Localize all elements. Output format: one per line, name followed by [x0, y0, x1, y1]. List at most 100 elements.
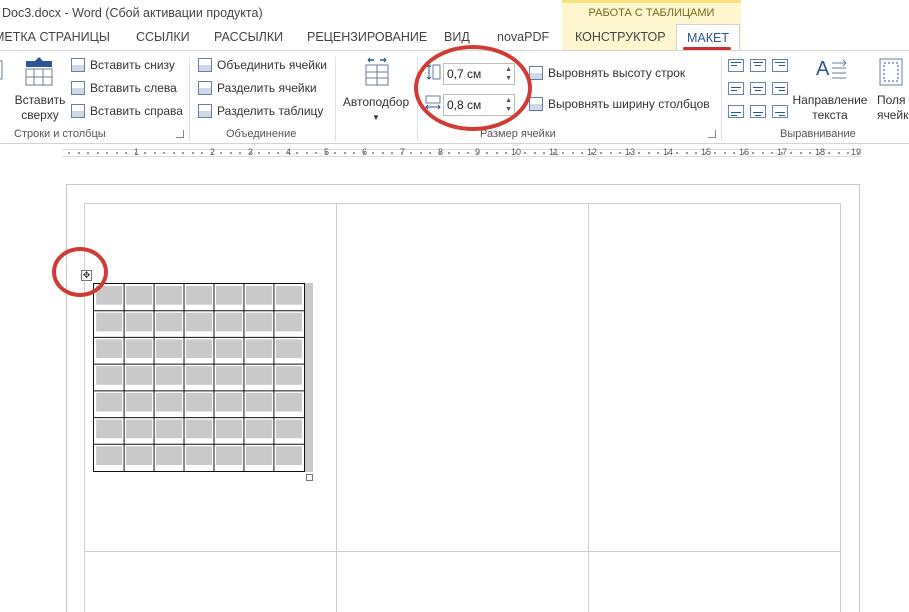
group-label-alignment: Выравнивание: [780, 128, 856, 140]
table-cell[interactable]: [215, 366, 242, 385]
ruler-tick: [134, 152, 137, 154]
table-cell[interactable]: [96, 392, 123, 412]
table-cell[interactable]: [156, 446, 183, 465]
insert-above-label: Вставить сверху: [14, 93, 66, 122]
table-cell[interactable]: [96, 419, 123, 439]
tab-view[interactable]: ВИД: [444, 30, 470, 44]
table-cell[interactable]: [275, 339, 302, 359]
cell-margins-icon: [879, 58, 903, 86]
table-cell[interactable]: [215, 419, 242, 439]
align-top-center-button[interactable]: [750, 59, 766, 72]
tab-design[interactable]: КОНСТРУКТОР: [575, 30, 666, 44]
merge-cells-button[interactable]: Объединить ячейки: [198, 55, 327, 75]
table-cell[interactable]: [275, 366, 302, 385]
table-cell[interactable]: [275, 392, 302, 412]
align-bottom-center-button[interactable]: [750, 105, 766, 118]
ruler-tick: [790, 152, 792, 154]
table-cell[interactable]: [185, 366, 213, 385]
table-cell[interactable]: [126, 366, 153, 385]
ruler-tick: [562, 152, 564, 154]
distribute-rows-button[interactable]: Выровнять высоту строк: [529, 63, 685, 83]
table-cell[interactable]: [185, 312, 213, 332]
tab-review[interactable]: РЕЦЕНЗИРОВАНИЕ: [307, 30, 427, 44]
ruler-tick: [799, 152, 802, 154]
table-cell[interactable]: [185, 419, 213, 439]
align-top-right-button[interactable]: [772, 59, 788, 72]
table-cell[interactable]: [96, 446, 123, 465]
align-top-left-button[interactable]: [728, 59, 744, 72]
insert-right-button[interactable]: Вставить справа: [71, 101, 183, 121]
ruler-tick: [239, 152, 241, 154]
table-cell[interactable]: [245, 366, 272, 385]
table-cell[interactable]: [126, 339, 153, 359]
table-cell[interactable]: [245, 446, 272, 465]
table-cell[interactable]: [245, 392, 272, 412]
horizontal-ruler[interactable]: 1 2 3 4 5 6 7 8 9 10 11 12 13 14 15 16 1…: [62, 146, 862, 160]
insert-below-button[interactable]: Вставить снизу: [71, 55, 175, 75]
table-cell[interactable]: [96, 366, 123, 385]
tab-references[interactable]: ССЫЛКИ: [136, 30, 190, 44]
ruler-tick: [68, 152, 70, 154]
ruler-tick: [457, 152, 460, 154]
ruler-tick: [381, 152, 384, 154]
insert-above-button[interactable]: Вставить сверху: [12, 55, 68, 125]
table-cell[interactable]: [185, 392, 213, 412]
table-cell[interactable]: [126, 312, 153, 332]
context-group-title: РАБОТА С ТАБЛИЦАМИ: [588, 7, 715, 19]
table-cell[interactable]: [215, 285, 242, 305]
ruler-tick: [419, 152, 422, 154]
tab-page-layout[interactable]: МЕТКА СТРАНИЦЫ: [0, 30, 110, 44]
table-cell[interactable]: [96, 312, 123, 332]
align-middle-center-button[interactable]: [750, 82, 766, 95]
table-resize-handle[interactable]: [306, 474, 313, 481]
align-middle-right-button[interactable]: [772, 82, 788, 95]
tab-novapdf[interactable]: novaPDF: [497, 30, 549, 44]
table-cell[interactable]: [215, 392, 242, 412]
title-bar: Doc3.docx - Word (Сбой активации продукт…: [0, 0, 909, 50]
group-separator: [721, 57, 722, 141]
table-cell[interactable]: [275, 312, 302, 332]
split-cells-button[interactable]: Разделить ячейки: [198, 78, 317, 98]
align-middle-left-button[interactable]: [728, 82, 744, 95]
align-bottom-left-button[interactable]: [728, 105, 744, 118]
table-cell[interactable]: [185, 339, 213, 359]
autofit-button[interactable]: Автоподбор ▼: [340, 55, 412, 125]
table-cell[interactable]: [96, 339, 123, 359]
ruler-tick: [828, 152, 830, 154]
table-cell[interactable]: [156, 392, 183, 412]
nested-table[interactable]: [93, 283, 305, 472]
table-cell[interactable]: [126, 392, 153, 412]
table-cell[interactable]: [156, 312, 183, 332]
table-cell[interactable]: [245, 419, 272, 439]
table-cell[interactable]: [215, 339, 242, 359]
table-cell[interactable]: [156, 419, 183, 439]
table-cell[interactable]: [245, 339, 272, 359]
distribute-columns-button[interactable]: Выровнять ширину столбцов: [529, 94, 710, 114]
table-cell[interactable]: [245, 285, 272, 305]
table-cell[interactable]: [126, 285, 153, 305]
table-cell[interactable]: [215, 312, 242, 332]
table-cell[interactable]: [215, 446, 242, 465]
text-direction-button[interactable]: A Направление текста: [792, 55, 868, 125]
table-cell[interactable]: [275, 285, 302, 305]
table-cell[interactable]: [156, 366, 183, 385]
table-cell[interactable]: [156, 339, 183, 359]
merge-cells-icon: [198, 58, 212, 72]
table-cell[interactable]: [126, 419, 153, 439]
insert-left-button[interactable]: Вставить слева: [71, 78, 177, 98]
ruler-tick: [305, 152, 308, 154]
table-cell[interactable]: [185, 446, 213, 465]
split-table-button[interactable]: Разделить таблицу: [198, 101, 323, 121]
ruler-tick: [856, 152, 859, 154]
table-cell[interactable]: [275, 419, 302, 439]
align-bottom-right-button[interactable]: [772, 105, 788, 118]
rows-cols-dialog-launcher[interactable]: [176, 130, 184, 138]
tab-mailings[interactable]: РАССЫЛКИ: [214, 30, 283, 44]
table-cell[interactable]: [126, 446, 153, 465]
table-cell[interactable]: [245, 312, 272, 332]
table-cell[interactable]: [156, 285, 183, 305]
cell-size-dialog-launcher[interactable]: [708, 130, 716, 138]
table-cell[interactable]: [185, 285, 213, 305]
table-cell[interactable]: [275, 446, 302, 465]
cell-margins-button[interactable]: Поля ячейки: [870, 55, 909, 125]
